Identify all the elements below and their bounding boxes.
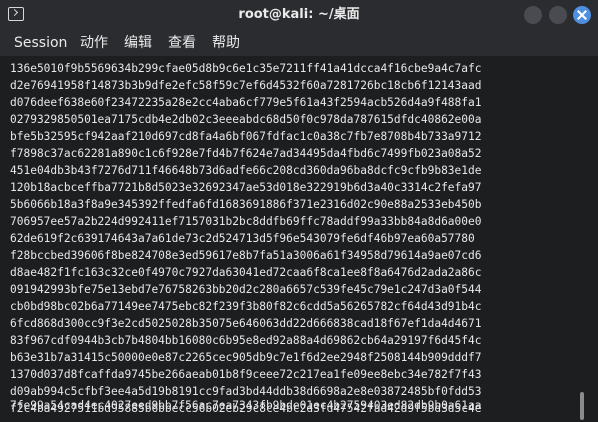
window-title: root@kali: ~/桌面 bbox=[238, 7, 360, 22]
terminal-line: bfe5b32595cf942aaf210d697cd8fa4a6bf067fd… bbox=[10, 130, 482, 143]
scrollbar-thumb[interactable] bbox=[580, 392, 584, 420]
terminal-line: 706957ee57a2b224d992411ef7157031b2bc8ddf… bbox=[10, 215, 482, 228]
terminal-line: 62de619f2c639174643a7a61de73c2d524713d5f… bbox=[10, 232, 475, 245]
terminal-line: 1370d037d8fcaffda9745be266aeab01b8f9ceee… bbox=[10, 368, 482, 381]
terminal-last-line: 7fe99a54cad4ec4027eed9bb7f56ac7ea7343fb9… bbox=[10, 397, 481, 414]
terminal-window: root@kali: ~/桌面 Session 动作 编辑 查看 帮助 136e… bbox=[0, 0, 598, 422]
terminal-line: f7898c37ac62281a890c1c6f928e7fd4b7f624e7… bbox=[10, 147, 482, 160]
terminal-line: d076deef638e60f23472235a28e2cc4aba6cf779… bbox=[10, 96, 482, 109]
terminal-line: 5b6066b18a3f8a9e345392ffedfa6fd168369188… bbox=[10, 198, 482, 211]
menu-actions[interactable]: 动作 bbox=[80, 30, 108, 56]
title-bar[interactable]: root@kali: ~/桌面 bbox=[0, 0, 598, 30]
maximize-button[interactable] bbox=[549, 6, 567, 24]
menu-bar: Session 动作 编辑 查看 帮助 bbox=[0, 30, 598, 56]
menu-session[interactable]: Session bbox=[14, 30, 67, 56]
terminal-line: 7fe99a54cad4ec4027eed9bb7f56ac7ea7343fb9… bbox=[10, 399, 482, 412]
terminal-line: f28bccbed39606f8be824708e3ed59617e8b7fa5… bbox=[10, 249, 482, 262]
menu-help[interactable]: 帮助 bbox=[212, 30, 240, 56]
terminal-line: 451e04db3b43f7276d711f46648b73d6adfe66c2… bbox=[10, 164, 482, 177]
menu-edit[interactable]: 编辑 bbox=[124, 30, 152, 56]
terminal-line: cb0bd98bc02b6a77149ee7475ebc82f239f3b80f… bbox=[10, 300, 482, 313]
terminal-output[interactable]: 136e5010f9b5569634b299cfae05d8b9c6e1c35e… bbox=[0, 56, 598, 422]
terminal-line: 0279329850501ea7175cdb4e2db02c3eeeabdc68… bbox=[10, 113, 482, 126]
terminal-line: d2e76941958f14873b3b9dfe2efc58f59c7ef6d4… bbox=[10, 79, 482, 92]
terminal-line: d8ae482f1fc163c32ce0f4970c7927da63041ed7… bbox=[10, 266, 482, 279]
minimize-button[interactable] bbox=[524, 6, 542, 24]
terminal-line: 091942993bfe75e13ebd7e76758263bb20d2c280… bbox=[10, 283, 482, 296]
terminal-line: 6fcd868d300cc9f3e2cd5025028b35075e646063… bbox=[10, 317, 482, 330]
terminal-line: 120b18acbceffba7721b8d5023e32692347ae53d… bbox=[10, 181, 482, 194]
menu-view[interactable]: 查看 bbox=[168, 30, 196, 56]
terminal-line: 83f967cdf0944b3cb7b4804bb16080c6b95e8ed9… bbox=[10, 334, 482, 347]
terminal-line: 136e5010f9b5569634b299cfae05d8b9c6e1c35e… bbox=[10, 62, 482, 75]
close-button[interactable] bbox=[573, 6, 591, 24]
terminal-line: b63e31b7a31415c50000e0e87c2265cec905db9c… bbox=[10, 351, 482, 364]
